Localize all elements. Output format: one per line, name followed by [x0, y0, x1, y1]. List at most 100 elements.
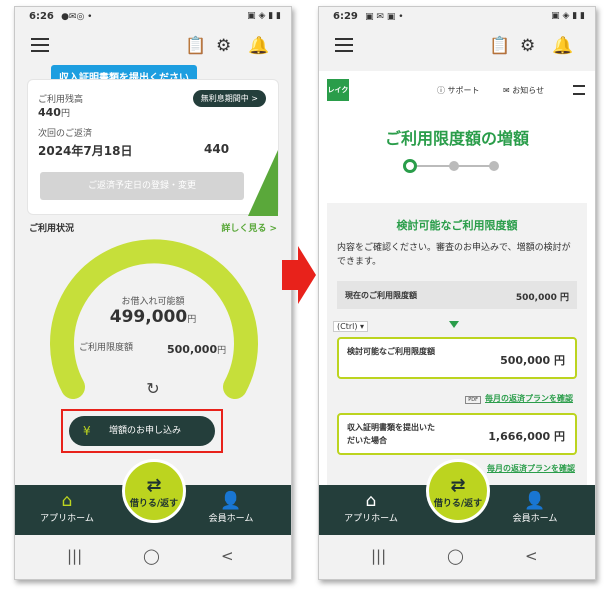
available-limit-box: 検討可能なご利用限度額 500,000 円	[337, 337, 577, 379]
home-icon: ⌂	[365, 491, 377, 511]
system-nav: ||| ◯ <	[15, 535, 291, 579]
back-icon[interactable]: <	[525, 547, 538, 565]
card-title: 検討可能なご利用限度額	[396, 219, 518, 232]
app-header: 📋 ⚙ 🔔	[319, 27, 595, 67]
current-limit-label: 現在のご利用限度額	[345, 291, 417, 300]
person-icon: 👤	[220, 491, 242, 511]
gear-icon[interactable]: ⚙	[520, 36, 535, 56]
next-payment-date: 2024年7月18日	[38, 144, 133, 158]
person-icon: 👤	[524, 491, 546, 511]
gear-icon[interactable]: ⚙	[216, 36, 231, 56]
home-circle-icon[interactable]: ◯	[143, 547, 160, 565]
right-phone-screen: 6:29 ▣ ✉ ▣ • ▣ ◈ ▮ ▮ 📋 ⚙ 🔔 レイク ⓘ サポート ✉ …	[318, 6, 596, 580]
nav-member-home[interactable]: 👤 会員ホーム	[191, 491, 271, 524]
limit-label: ご利用限度額	[79, 343, 134, 353]
clipboard-check-icon[interactable]: 📋	[185, 36, 206, 56]
step-3	[489, 161, 499, 171]
income-proof-value: 1,666,000 円	[488, 430, 565, 443]
help-icon: ⓘ	[437, 86, 448, 95]
balance-card: ご利用残高 440円 無利息期間中 > 次回のご返済 2024年7月18日 44…	[27, 79, 279, 216]
refresh-icon[interactable]: ↻	[15, 379, 291, 398]
notice-link[interactable]: ✉ お知らせ	[503, 85, 544, 96]
available-limit-label: 検討可能なご利用限度額	[347, 347, 435, 356]
borrow-return-button[interactable]: ⇄ 借りる/返す	[122, 459, 186, 523]
recent-apps-icon[interactable]: |||	[67, 547, 82, 565]
status-right-icons: ▣ ◈ ▮ ▮	[551, 11, 585, 21]
register-payment-date-button[interactable]: ご返済予定日の登録・変更	[40, 172, 244, 200]
available-label: お借入れ可能額	[121, 297, 185, 307]
down-triangle-icon	[449, 321, 459, 328]
next-payment-amount: 440	[204, 142, 230, 156]
status-time: 6:26	[29, 11, 54, 22]
current-limit-value: 500,000 円	[515, 293, 569, 303]
left-phone-screen: 6:26 ●✉◎ • ▣ ◈ ▮ ▮ 📋 ⚙ 🔔 収入証明書類を提出ください ご…	[14, 6, 292, 580]
see-more-link[interactable]: 詳しく見る >	[221, 221, 277, 234]
limit-row: 500,000円	[167, 338, 226, 357]
app-header: 📋 ⚙ 🔔	[15, 27, 291, 67]
limit-value: 500,000	[167, 343, 218, 356]
paste-ctrl-popup[interactable]: (Ctrl) ▾	[333, 321, 369, 332]
balance-label: ご利用残高	[38, 95, 84, 105]
available-unit: 円	[187, 315, 197, 325]
status-icons: ●✉◎ •	[61, 12, 93, 22]
next-payment-label: 次回のご返済	[38, 129, 93, 139]
current-limit-row: 現在のご利用限度額 500,000 円	[337, 281, 577, 309]
system-nav: ||| ◯ <	[319, 535, 595, 579]
status-bar: 6:29 ▣ ✉ ▣ • ▣ ◈ ▮ ▮	[319, 7, 595, 27]
web-menu-icon[interactable]	[573, 85, 585, 95]
transition-arrow-icon	[282, 246, 316, 304]
nav-member-home-label: 会員ホーム	[208, 514, 254, 524]
bottom-plan-link[interactable]: 毎月の返済プランを確認	[487, 463, 575, 474]
money-swap-icon: ⇄	[450, 475, 466, 496]
usage-title: ご利用状況	[29, 224, 75, 234]
plan-link-row[interactable]: PDF 毎月の返済プランを確認	[465, 393, 573, 404]
support-label: サポート	[447, 86, 480, 95]
income-proof-box: 収入証明書類を提出いただいた場合 1,666,000 円	[337, 413, 577, 455]
increase-limit-label: 増額のお申し込み	[109, 426, 182, 436]
nav-app-home[interactable]: ⌂ アプリホーム	[27, 491, 107, 524]
increase-limit-button[interactable]: ¥ 増額のお申し込み	[69, 416, 215, 446]
home-circle-icon[interactable]: ◯	[447, 547, 464, 565]
support-link[interactable]: ⓘ サポート	[437, 85, 480, 96]
plan-link[interactable]: 毎月の返済プランを確認	[485, 394, 573, 403]
available-limit-value: 500,000 円	[500, 354, 565, 367]
nav-app-home-label: アプリホーム	[344, 514, 398, 524]
pdf-icon: PDF	[465, 396, 481, 404]
nav-member-home[interactable]: 👤 会員ホーム	[495, 491, 575, 524]
income-proof-label: 収入証明書類を提出いただいた場合	[347, 423, 435, 445]
interest-free-badge[interactable]: 無利息期間中 >	[192, 90, 266, 107]
nav-member-home-label: 会員ホーム	[512, 514, 558, 524]
nav-app-home-label: アプリホーム	[40, 514, 94, 524]
balance-yen: 円	[60, 109, 70, 119]
balance-row: 440円	[38, 106, 70, 119]
step-2	[449, 161, 459, 171]
nav-app-home[interactable]: ⌂ アプリホーム	[331, 491, 411, 524]
yen-icon: ¥	[83, 424, 91, 438]
page-title: ご利用限度額の増額	[384, 129, 529, 148]
card-corner-decoration	[248, 150, 278, 216]
borrow-return-label: 借りる/返す	[433, 499, 483, 509]
lake-logo[interactable]: レイク	[327, 79, 349, 101]
limit-unit: 円	[217, 346, 227, 356]
mail-icon: ✉	[503, 86, 513, 95]
recent-apps-icon[interactable]: |||	[371, 547, 386, 565]
status-icons: ▣ ✉ ▣ •	[365, 12, 404, 22]
home-icon: ⌂	[61, 491, 73, 511]
available-row: 499,000円	[15, 307, 291, 327]
status-bar: 6:26 ●✉◎ • ▣ ◈ ▮ ▮	[15, 7, 291, 27]
borrow-return-button[interactable]: ⇄ 借りる/返す	[426, 459, 490, 523]
bell-icon[interactable]: 🔔	[552, 36, 573, 56]
money-swap-icon: ⇄	[146, 475, 162, 496]
borrow-return-label: 借りる/返す	[129, 499, 179, 509]
available-value: 499,000	[109, 307, 188, 327]
status-right-icons: ▣ ◈ ▮ ▮	[247, 11, 281, 21]
notice-label: お知らせ	[512, 86, 545, 95]
hamburger-menu-icon[interactable]	[31, 38, 49, 52]
bell-icon[interactable]: 🔔	[248, 36, 269, 56]
hamburger-menu-icon[interactable]	[335, 38, 353, 52]
step-current	[403, 159, 417, 173]
status-time: 6:29	[333, 11, 358, 22]
card-description: 内容をご確認ください。審査のお申込みで、増額の検討ができます。	[337, 243, 571, 267]
clipboard-check-icon[interactable]: 📋	[489, 36, 510, 56]
back-icon[interactable]: <	[221, 547, 234, 565]
